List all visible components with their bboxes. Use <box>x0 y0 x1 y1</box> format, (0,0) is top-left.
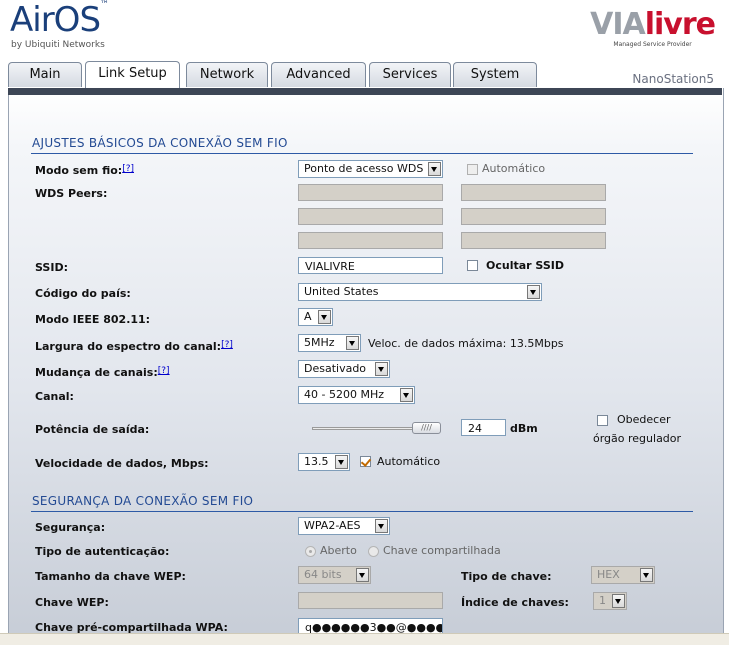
output-power-slider-handle[interactable]: //// <box>412 422 441 434</box>
wds-peer-field[interactable] <box>461 208 606 225</box>
mode-auto-checkbox[interactable] <box>467 164 478 175</box>
vialivre-logo-livre: livre <box>644 7 716 42</box>
wep-key-label: Chave WEP: <box>35 596 109 609</box>
airos-logo-text: AirOS <box>10 0 101 40</box>
security-select[interactable]: WPA2-AES <box>298 517 390 535</box>
security-section-title: SEGURANÇA DA CONEXÃO SEM FIO <box>32 494 254 508</box>
auth-open-radio[interactable] <box>305 546 316 557</box>
key-index-label: Índice de chaves: <box>461 596 569 609</box>
device-name: NanoStation5 <box>632 72 714 86</box>
obey-regulatory-label-1: Obedecer <box>617 413 671 426</box>
vialivre-logo: VIAlivre Managed Service Provider <box>590 7 716 49</box>
obey-regulatory-label-2: órgão regulador <box>593 432 682 445</box>
data-rate-auto-label: Automático <box>377 455 441 468</box>
auth-shared-radio[interactable] <box>368 546 379 557</box>
ssid-input[interactable]: VIALIVRE <box>298 257 443 274</box>
chevron-down-icon <box>640 568 653 582</box>
wds-peer-field[interactable] <box>461 232 606 249</box>
wep-length-select[interactable]: 64 bits <box>298 566 371 584</box>
mode-label: Modo sem fio:[?] <box>35 164 134 177</box>
tab-link-setup[interactable]: Link Setup <box>85 61 180 88</box>
wds-peer-field[interactable] <box>298 184 443 201</box>
key-index-select[interactable]: 1 <box>593 592 627 610</box>
tab-advanced[interactable]: Advanced <box>271 62 366 87</box>
section-divider <box>31 511 693 512</box>
auth-open-label: Aberto <box>320 544 357 557</box>
chevron-down-icon <box>612 594 625 608</box>
panel-top-strip <box>8 88 722 95</box>
auth-shared-label: Chave compartilhada <box>383 544 501 557</box>
wds-peer-field[interactable] <box>298 208 443 225</box>
vialivre-logo-via: VIA <box>590 7 646 42</box>
hide-ssid-checkbox[interactable] <box>467 260 478 271</box>
power-unit-label: dBm <box>510 422 538 435</box>
channel-shift-label: Mudança de canais:[?] <box>35 366 170 379</box>
tab-main[interactable]: Main <box>8 62 82 87</box>
trademark-mark: ™ <box>100 0 110 10</box>
hide-ssid-label: Ocultar SSID <box>486 259 564 272</box>
status-bar <box>0 633 729 645</box>
output-power-input[interactable]: 24 <box>461 419 506 436</box>
tab-network[interactable]: Network <box>186 62 268 87</box>
data-rate-auto-checkbox[interactable] <box>360 456 371 467</box>
ieee-mode-select[interactable]: A <box>298 308 333 326</box>
chevron-down-icon <box>318 310 331 324</box>
wireless-mode-select[interactable]: Ponto de acesso WDS <box>298 160 443 178</box>
channel-label: Canal: <box>35 390 74 403</box>
section-divider <box>31 153 693 154</box>
key-type-select[interactable]: HEX <box>591 566 655 584</box>
channel-width-select[interactable]: 5MHz <box>298 334 361 352</box>
key-type-label: Tipo de chave: <box>461 570 552 583</box>
country-select[interactable]: United States <box>298 283 542 301</box>
tab-system[interactable]: System <box>453 62 537 87</box>
vialivre-logo-subtitle: Managed Service Provider <box>613 41 692 48</box>
airos-logo: AirOS™ by Ubiquiti Networks <box>10 0 110 50</box>
wireless-section-title: AJUSTES BÁSICOS DA CONEXÃO SEM FIO <box>32 136 288 150</box>
channel-select[interactable]: 40 - 5200 MHz <box>298 386 415 404</box>
country-label: Código do país: <box>35 287 131 300</box>
output-power-label: Potência de saída: <box>35 423 150 436</box>
chevron-down-icon <box>375 519 388 533</box>
help-link[interactable]: [?] <box>221 340 233 350</box>
output-power-slider-track[interactable] <box>312 427 422 430</box>
mode-auto-label: Automático <box>482 162 546 175</box>
chevron-down-icon <box>375 362 388 376</box>
chevron-down-icon <box>527 285 540 299</box>
header: AirOS™ by Ubiquiti Networks VIAlivre Man… <box>0 0 729 62</box>
wds-peer-field[interactable] <box>298 232 443 249</box>
security-label: Segurança: <box>35 521 106 534</box>
airos-logo-subtitle: by Ubiquiti Networks <box>11 40 105 50</box>
auth-type-label: Tipo de autenticação: <box>35 545 170 558</box>
chevron-down-icon <box>400 388 413 402</box>
ssid-label: SSID: <box>35 261 68 274</box>
wds-peers-label: WDS Peers: <box>35 187 108 200</box>
help-link[interactable]: [?] <box>122 164 134 174</box>
channel-width-label: Largura do espectro do canal:[?] <box>35 340 233 353</box>
wds-peer-field[interactable] <box>461 184 606 201</box>
channel-shift-select[interactable]: Desativado <box>298 360 390 378</box>
wep-key-input[interactable] <box>298 592 443 609</box>
data-rate-label: Velocidade de dados, Mbps: <box>35 457 209 470</box>
ieee-mode-label: Modo IEEE 802.11: <box>35 313 151 326</box>
chevron-down-icon <box>335 455 348 469</box>
chevron-down-icon <box>346 336 359 350</box>
wep-length-label: Tamanho da chave WEP: <box>35 570 186 583</box>
obey-regulatory-checkbox[interactable] <box>597 415 608 426</box>
data-rate-select[interactable]: 13.5 <box>298 453 350 471</box>
tab-services[interactable]: Services <box>369 62 451 87</box>
help-link[interactable]: [?] <box>158 366 170 376</box>
chevron-down-icon <box>356 568 369 582</box>
max-rate-text: Veloc. de dados máxima: 13.5Mbps <box>368 337 564 350</box>
chevron-down-icon <box>428 162 441 176</box>
